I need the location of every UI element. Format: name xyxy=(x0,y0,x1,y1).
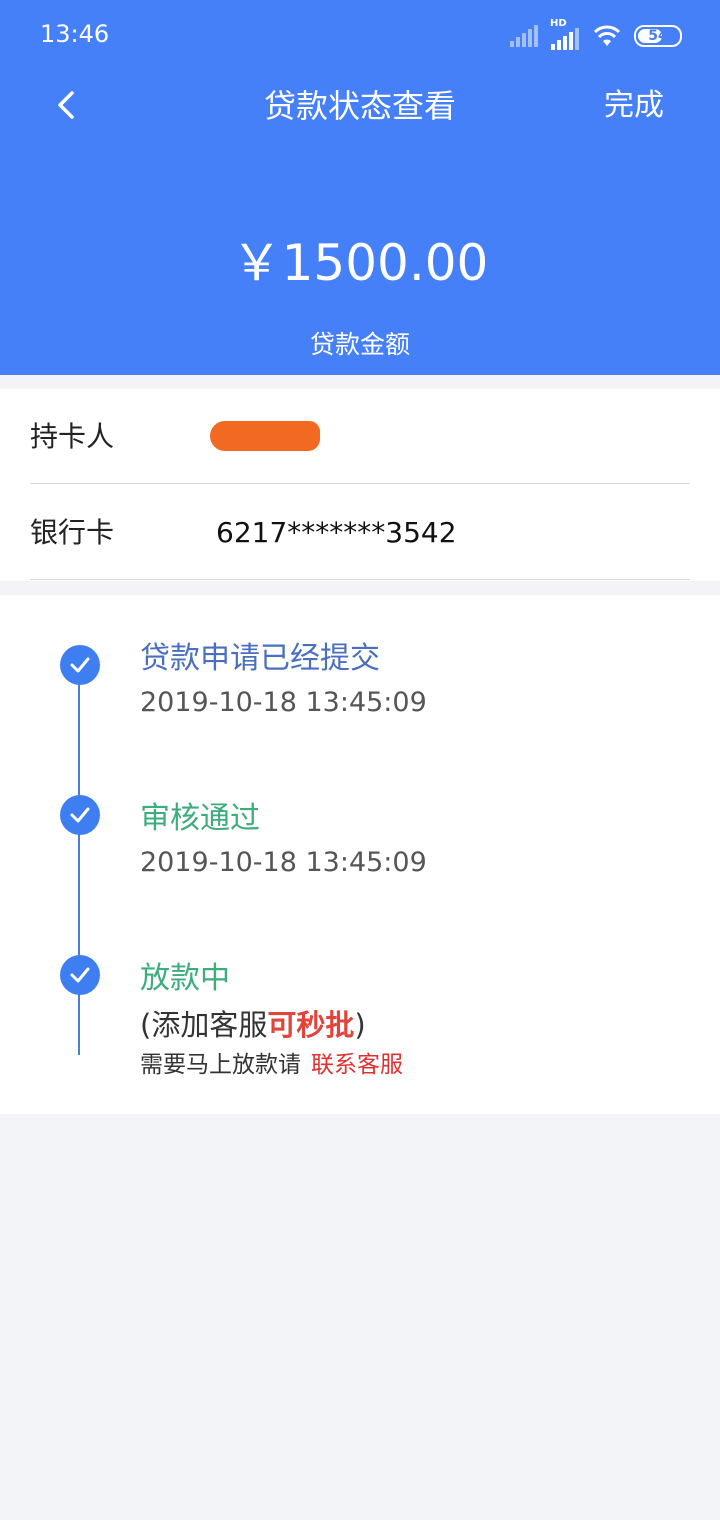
step-title-approved: 审核通过 xyxy=(140,801,260,836)
status-time: 13:46 xyxy=(40,20,110,48)
note-prefix: (添加客服 xyxy=(140,1008,268,1042)
done-button[interactable]: 完成 xyxy=(604,82,664,130)
account-info-card: 持卡人 银行卡 6217*******3542 xyxy=(0,389,720,581)
cardholder-row: 持卡人 xyxy=(30,389,690,484)
check-circle-icon xyxy=(60,955,100,995)
bank-card-row: 银行卡 6217*******3542 xyxy=(30,485,690,580)
redacted-name xyxy=(210,421,320,451)
signal-hd-icon: HD xyxy=(550,18,580,50)
battery-icon: 54 xyxy=(634,25,682,47)
wifi-icon xyxy=(593,25,621,46)
step-title-disbursing: 放款中 xyxy=(140,961,230,996)
bank-card-label: 银行卡 xyxy=(30,516,115,549)
loan-status-timeline: 贷款申请已经提交 2019-10-18 13:45:09 审核通过 2019-1… xyxy=(0,595,720,1114)
signal-icon xyxy=(510,25,538,47)
hint-text: 需要马上放款请 xyxy=(140,1052,301,1078)
timeline-line xyxy=(78,665,80,1055)
note-suffix: ) xyxy=(354,1008,366,1042)
status-bar: 13:46 HD 54 xyxy=(0,0,720,70)
step-title-submitted: 贷款申请已经提交 xyxy=(140,641,380,676)
battery-level: 54 xyxy=(648,28,668,44)
loan-amount: ￥1500.00 xyxy=(231,234,489,292)
loan-amount-label: 贷款金额 xyxy=(309,330,410,359)
step-time-submitted: 2019-10-18 13:45:09 xyxy=(140,687,427,718)
bank-card-number: 6217*******3542 xyxy=(216,516,457,549)
header: 13:46 HD 54 贷款状态查看 完成 ￥1500.00 贷款金额 xyxy=(0,0,720,375)
cardholder-label: 持卡人 xyxy=(30,420,115,453)
check-circle-icon xyxy=(60,645,100,685)
customer-service-note: (添加客服可秒批) xyxy=(140,1005,366,1045)
disbursement-hint: 需要马上放款请 联系客服 xyxy=(140,1049,403,1081)
check-circle-icon xyxy=(60,795,100,835)
contact-support-link[interactable]: 联系客服 xyxy=(311,1052,403,1078)
step-time-approved: 2019-10-18 13:45:09 xyxy=(140,847,427,878)
note-highlight: 可秒批 xyxy=(267,1008,355,1042)
status-icons: HD 54 xyxy=(510,18,682,50)
